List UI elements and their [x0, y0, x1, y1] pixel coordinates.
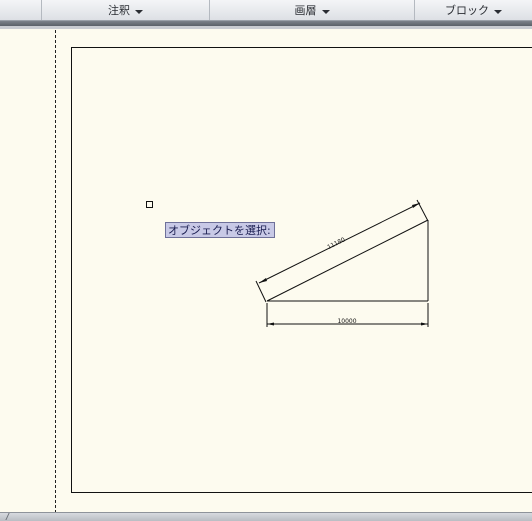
aligned-extension-line-left [256, 281, 266, 302]
drawing-border [72, 48, 532, 493]
hypotenuse-line[interactable] [267, 220, 428, 301]
aligned-dimension[interactable]: 11180 [256, 200, 428, 302]
dynamic-input-prompt: オブジェクトを選択: [165, 222, 275, 238]
arrow-right-icon [412, 203, 420, 208]
pickbox-cursor-icon [147, 202, 153, 208]
linear-dimension-text: 10000 [337, 318, 356, 325]
arrow-right-icon [421, 323, 428, 326]
arrow-left-icon [267, 323, 274, 326]
arrow-left-icon [259, 278, 267, 283]
aligned-extension-line-right [417, 200, 428, 221]
aligned-dimension-text: 11180 [326, 236, 346, 251]
drawing-canvas[interactable]: 11180 10000 [0, 0, 532, 520]
triangle-geometry[interactable] [267, 220, 428, 301]
linear-dimension[interactable]: 10000 [267, 303, 428, 327]
